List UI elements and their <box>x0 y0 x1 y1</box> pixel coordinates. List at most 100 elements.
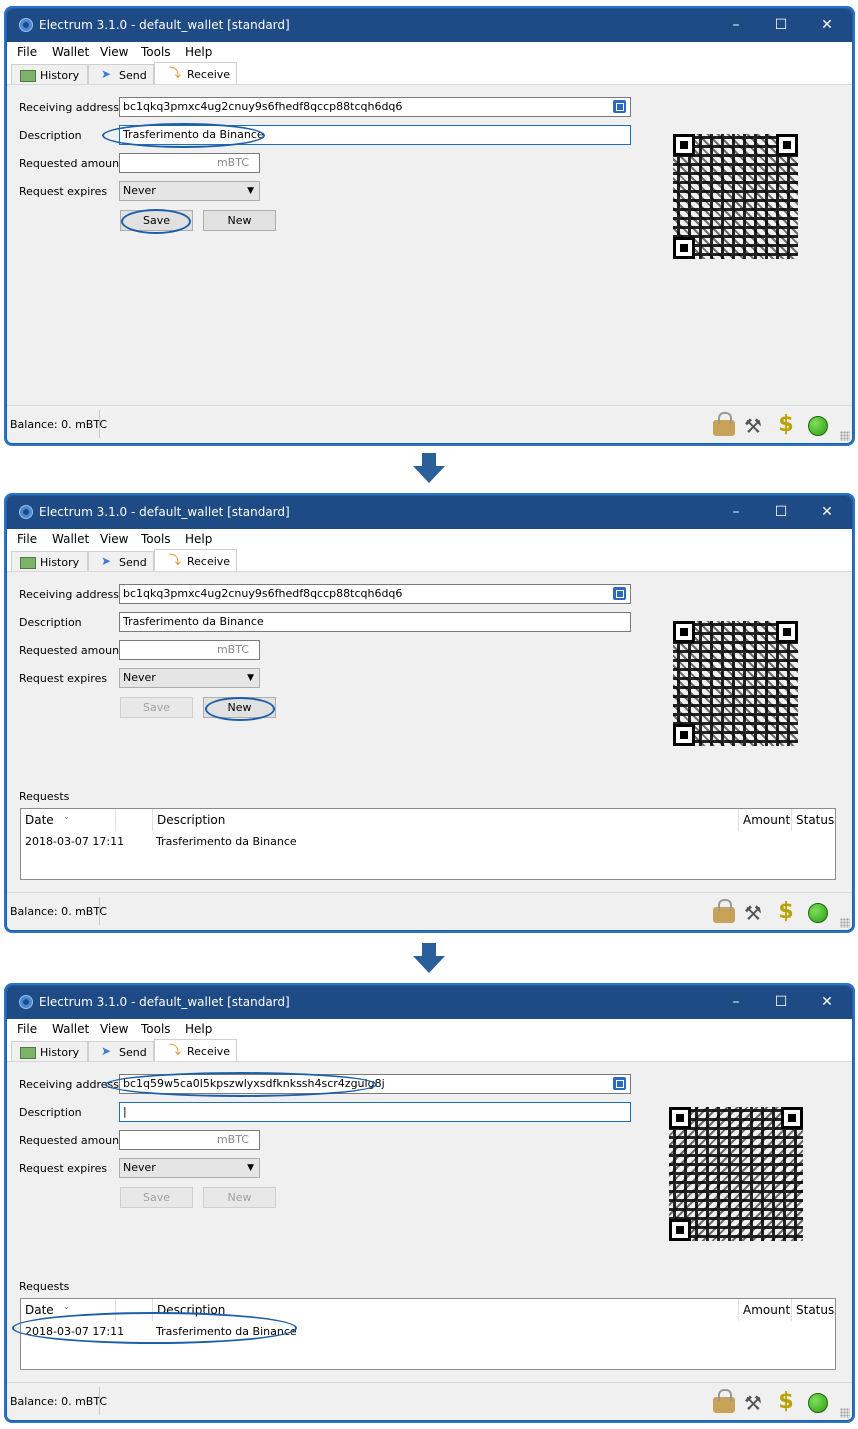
description-label: Description <box>19 1106 82 1119</box>
tab-history[interactable]: History <box>11 1041 88 1061</box>
minimize-icon[interactable]: – <box>727 17 745 33</box>
maximize-icon[interactable]: ☐ <box>772 994 790 1010</box>
preferences-icon[interactable]: ⚒ <box>744 1391 766 1415</box>
menu-tools[interactable]: Tools <box>141 1022 171 1036</box>
menu-help[interactable]: Help <box>185 532 212 546</box>
receiving-address-field[interactable]: bc1qkq3pmxc4ug2cnuy9s6fhedf8qccp88tcqh6d… <box>119 97 631 117</box>
tab-bar: History ➤ Send ⤵ Receive <box>7 62 852 85</box>
chevron-down-icon: ▼ <box>247 673 254 683</box>
seed-icon[interactable]: $ <box>775 901 797 923</box>
receiving-address-value: bc1q59w5ca0l5kpszwlyxsdfknkssh4scr4zgulg… <box>123 1077 385 1090</box>
column-description[interactable]: Description <box>153 809 739 831</box>
balance-text: Balance: 0. mBTC <box>10 1395 108 1408</box>
column-status[interactable]: Status <box>792 809 836 831</box>
copy-icon[interactable] <box>613 1077 626 1090</box>
column-amount[interactable]: Amount <box>739 809 792 831</box>
tab-send[interactable]: ➤ Send <box>88 64 154 84</box>
menu-wallet[interactable]: Wallet <box>52 45 89 59</box>
row-date[interactable]: 2018-03-07 17:11 <box>25 835 124 848</box>
network-status-icon[interactable] <box>808 416 828 436</box>
status-bar: Balance: 0. mBTC ⚒ $ <box>7 1382 852 1420</box>
new-button[interactable]: New <box>203 210 276 231</box>
amount-unit: mBTC <box>216 643 249 656</box>
seed-icon[interactable]: $ <box>775 1391 797 1413</box>
requested-amount-field[interactable]: mBTC <box>119 1130 260 1150</box>
network-status-icon[interactable] <box>808 1393 828 1413</box>
lock-icon[interactable] <box>713 412 735 436</box>
request-expires-select[interactable]: Never ▼ <box>119 668 260 688</box>
column-amount[interactable]: Amount <box>739 1299 792 1321</box>
lock-icon[interactable] <box>713 1389 735 1413</box>
menu-view[interactable]: View <box>100 45 128 59</box>
menu-help[interactable]: Help <box>185 45 212 59</box>
tab-send[interactable]: ➤ Send <box>88 551 154 571</box>
network-status-icon[interactable] <box>808 903 828 923</box>
seed-icon[interactable]: $ <box>775 414 797 436</box>
requests-table[interactable]: Date ⌄ Description Amount Status 2018-03-… <box>20 808 836 880</box>
menu-tools[interactable]: Tools <box>141 45 171 59</box>
requested-amount-field[interactable]: mBTC <box>119 640 260 660</box>
new-button[interactable]: New <box>203 697 276 718</box>
menu-view[interactable]: View <box>100 532 128 546</box>
requests-table[interactable]: Date ⌄ Description Amount Status 2018-03-… <box>20 1298 836 1370</box>
menu-file[interactable]: File <box>17 532 37 546</box>
maximize-icon[interactable]: ☐ <box>772 504 790 520</box>
balance-text: Balance: 0. mBTC <box>10 418 108 431</box>
row-date[interactable]: 2018-03-07 17:11 <box>25 1325 124 1338</box>
title-bar: Electrum 3.1.0 - default_wallet [standar… <box>7 496 852 529</box>
column-date[interactable]: Date ⌄ <box>21 809 116 831</box>
tab-receive[interactable]: ⤵ Receive <box>154 62 237 84</box>
menu-wallet[interactable]: Wallet <box>52 1022 89 1036</box>
minimize-icon[interactable]: – <box>727 994 745 1010</box>
tab-history[interactable]: History <box>11 551 88 571</box>
send-icon: ➤ <box>101 554 112 568</box>
save-button[interactable]: Save <box>120 697 193 718</box>
menu-file[interactable]: File <box>17 45 37 59</box>
copy-icon[interactable] <box>613 100 626 113</box>
save-button[interactable]: Save <box>120 1187 193 1208</box>
menu-help[interactable]: Help <box>185 1022 212 1036</box>
maximize-icon[interactable]: ☐ <box>772 17 790 33</box>
resize-grip[interactable] <box>840 918 850 928</box>
column-status[interactable]: Status <box>792 1299 836 1321</box>
tab-history[interactable]: History <box>11 64 88 84</box>
column-date[interactable]: Date ⌄ <box>21 1299 116 1321</box>
column-description[interactable]: Description <box>153 1299 739 1321</box>
request-expires-label: Request expires <box>19 672 108 685</box>
menu-view[interactable]: View <box>100 1022 128 1036</box>
close-icon[interactable]: ✕ <box>818 994 836 1010</box>
description-field[interactable]: Trasferimento da Binance <box>119 612 631 632</box>
description-value: Trasferimento da Binance <box>123 128 264 141</box>
lock-icon[interactable] <box>713 899 735 923</box>
tab-receive[interactable]: ⤵ Receive <box>154 549 237 571</box>
request-expires-select[interactable]: Never ▼ <box>119 181 260 201</box>
request-expires-select[interactable]: Never ▼ <box>119 1158 260 1178</box>
menu-tools[interactable]: Tools <box>141 532 171 546</box>
requested-amount-field[interactable]: mBTC <box>119 153 260 173</box>
electrum-window-3: Electrum 3.1.0 - default_wallet [standar… <box>6 985 853 1421</box>
preferences-icon[interactable]: ⚒ <box>744 414 766 438</box>
tab-receive[interactable]: ⤵ Receive <box>154 1039 237 1061</box>
receiving-address-field[interactable]: bc1q59w5ca0l5kpszwlyxsdfknkssh4scr4zgulg… <box>119 1074 631 1094</box>
new-button[interactable]: New <box>203 1187 276 1208</box>
row-description[interactable]: Trasferimento da Binance <box>156 1325 297 1338</box>
tab-send[interactable]: ➤ Send <box>88 1041 154 1061</box>
receiving-address-field[interactable]: bc1qkq3pmxc4ug2cnuy9s6fhedf8qccp88tcqh6d… <box>119 584 631 604</box>
close-icon[interactable]: ✕ <box>818 504 836 520</box>
description-field[interactable]: Trasferimento da Binance <box>119 125 631 145</box>
menu-file[interactable]: File <box>17 1022 37 1036</box>
receiving-address-label: Receiving address <box>19 588 120 601</box>
resize-grip[interactable] <box>840 1408 850 1418</box>
description-field[interactable]: | <box>119 1102 631 1122</box>
save-button[interactable]: Save <box>120 210 193 231</box>
copy-icon[interactable] <box>613 587 626 600</box>
menu-wallet[interactable]: Wallet <box>52 532 89 546</box>
preferences-icon[interactable]: ⚒ <box>744 901 766 925</box>
row-description[interactable]: Trasferimento da Binance <box>156 835 297 848</box>
step-arrow-2 <box>413 943 445 973</box>
minimize-icon[interactable]: – <box>727 504 745 520</box>
close-icon[interactable]: ✕ <box>818 17 836 33</box>
resize-grip[interactable] <box>840 431 850 441</box>
receive-panel: Receiving address bc1qkq3pmxc4ug2cnuy9s6… <box>7 572 852 893</box>
chevron-down-icon: ▼ <box>247 1163 254 1173</box>
